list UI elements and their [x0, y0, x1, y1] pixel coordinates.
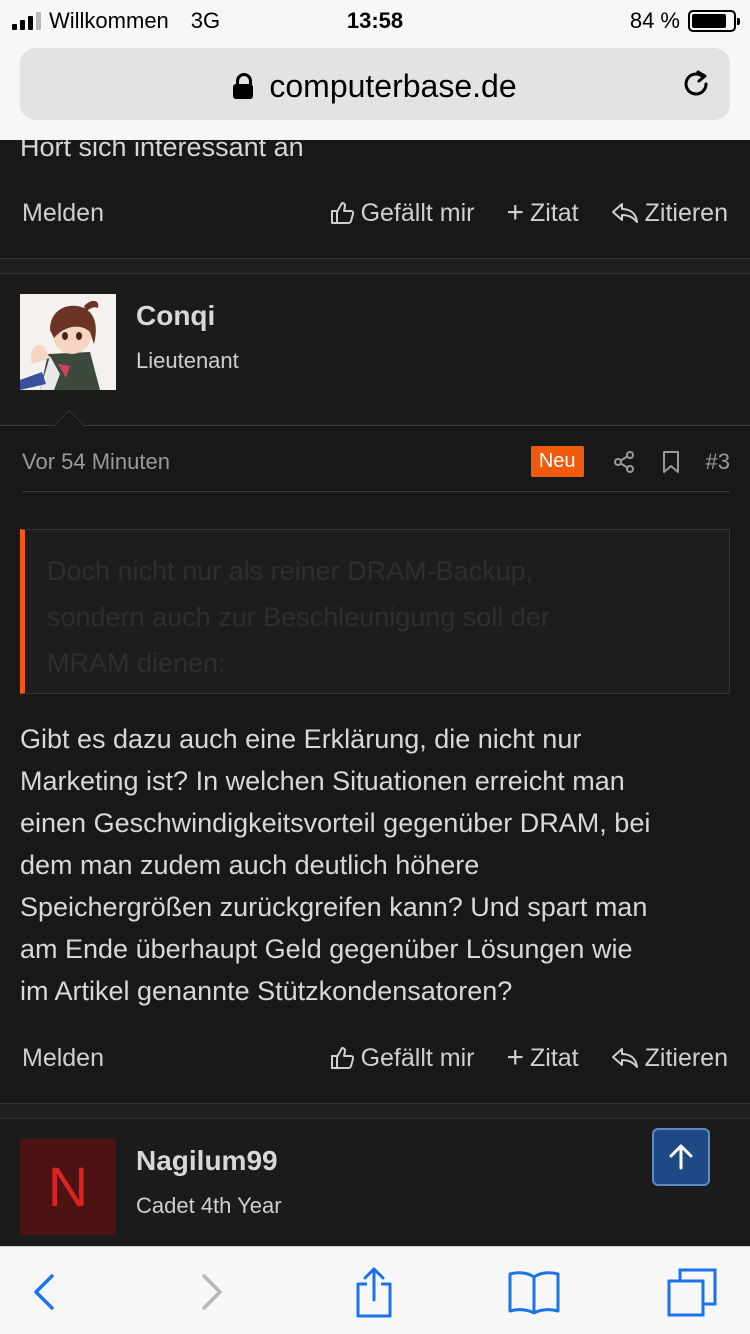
- body-line: Gibt es dazu auch eine Erklärung, die ni…: [20, 724, 582, 754]
- browser-header: computerbase.de: [0, 40, 750, 140]
- reply-label: Zitieren: [644, 198, 728, 227]
- previous-post-actions: Melden Gefällt mir + Zitat Zitieren: [22, 193, 728, 233]
- quote-add-label: Zitat: [530, 198, 579, 227]
- avatar[interactable]: [20, 294, 116, 390]
- battery-icon: [688, 10, 740, 32]
- post-meta: Vor 54 Minuten Neu #3: [22, 432, 730, 492]
- scroll-to-top-button[interactable]: [652, 1128, 710, 1186]
- reply-label: Zitieren: [644, 1043, 728, 1072]
- post-actions: Melden Gefällt mir + Zitat Zitieren: [22, 1038, 728, 1078]
- author-name[interactable]: Conqi: [136, 300, 215, 332]
- arrow-up-icon: [669, 1144, 693, 1170]
- bookmarks-button[interactable]: [504, 1267, 564, 1317]
- forward-button[interactable]: [184, 1267, 240, 1317]
- share-icon[interactable]: [612, 450, 636, 474]
- page-content: Hört sich interessant an Melden Gefällt …: [0, 140, 750, 1246]
- share-icon: [356, 1267, 392, 1318]
- author-rank: Lieutenant: [136, 348, 239, 373]
- quote-line: sondern auch zur Beschleunigung soll der: [47, 602, 550, 632]
- avatar[interactable]: N: [20, 1139, 116, 1235]
- back-icon: [34, 1274, 54, 1310]
- body-line: dem man zudem auch deutlich höhere: [20, 850, 480, 880]
- address-bar[interactable]: computerbase.de: [20, 48, 730, 120]
- status-bar: Willkommen 3G 13:58 84 %: [0, 0, 750, 40]
- post-number[interactable]: #3: [706, 449, 730, 475]
- like-label: Gefällt mir: [360, 1043, 475, 1072]
- quote-block: Doch nicht nur als reiner DRAM-Backup, s…: [20, 529, 730, 694]
- post-body: Gibt es dazu auch eine Erklärung, die ni…: [20, 718, 730, 1012]
- body-line: im Artikel genannte Stützkondensatoren?: [20, 976, 513, 1006]
- post-separator: [0, 1103, 750, 1119]
- body-line: Marketing ist? In welchen Situationen er…: [20, 766, 625, 796]
- quote-add-button[interactable]: + Zitat: [506, 196, 579, 229]
- report-link[interactable]: Melden: [22, 199, 297, 228]
- author-pointer: [53, 410, 85, 426]
- quote-line: MRAM dienen:: [47, 648, 226, 678]
- thumbs-up-icon: [330, 202, 354, 224]
- report-link[interactable]: Melden: [22, 1044, 297, 1073]
- browser-toolbar: [0, 1246, 750, 1334]
- post-separator: [0, 258, 750, 274]
- quote-add-button[interactable]: + Zitat: [506, 1041, 579, 1074]
- tabs-icon: [667, 1268, 717, 1317]
- anime-avatar-image: [20, 294, 116, 390]
- reload-icon[interactable]: [678, 66, 714, 102]
- like-label: Gefällt mir: [360, 198, 475, 227]
- quote-add-label: Zitat: [530, 1043, 579, 1072]
- author-rank: Cadet 4th Year: [136, 1193, 282, 1218]
- new-badge: Neu: [530, 446, 584, 477]
- next-post-author-block: N Nagilum99 Cadet 4th Year: [0, 1119, 750, 1246]
- thumbs-up-icon: [330, 1047, 354, 1069]
- like-button[interactable]: Gefällt mir: [329, 1043, 475, 1073]
- back-button[interactable]: [16, 1267, 72, 1317]
- body-line: einen Geschwindigkeitsvorteil gegenüber …: [20, 808, 651, 838]
- tabs-button[interactable]: [664, 1267, 720, 1317]
- post-author-block: Conqi Lieutenant: [0, 274, 750, 426]
- reply-icon: [611, 203, 638, 223]
- like-button[interactable]: Gefällt mir: [329, 198, 475, 228]
- bookmarks-icon: [508, 1271, 560, 1315]
- forward-icon: [202, 1274, 222, 1310]
- reply-button[interactable]: Zitieren: [611, 199, 728, 228]
- previous-post-text: Hört sich interessant an: [20, 140, 304, 162]
- plus-icon: +: [506, 1041, 524, 1074]
- battery-percent: 84 %: [629, 8, 680, 33]
- reply-button[interactable]: Zitieren: [611, 1044, 728, 1073]
- quote-line: Doch nicht nur als reiner DRAM-Backup,: [47, 556, 534, 586]
- url-text: computerbase.de: [269, 68, 517, 104]
- body-line: Speichergrößen zurückgreifen kann? Und s…: [20, 892, 648, 922]
- lock-icon: [233, 73, 254, 99]
- share-button[interactable]: [346, 1267, 402, 1318]
- post-time[interactable]: Vor 54 Minuten: [22, 449, 531, 475]
- bookmark-icon[interactable]: [660, 450, 682, 474]
- body-line: am Ende überhaupt Geld gegenüber Lösunge…: [20, 934, 633, 964]
- author-name[interactable]: Nagilum99: [136, 1145, 278, 1177]
- status-right: 84 %: [629, 8, 740, 34]
- url-display[interactable]: computerbase.de: [20, 68, 730, 105]
- reply-icon: [611, 1048, 638, 1068]
- plus-icon: +: [506, 196, 524, 229]
